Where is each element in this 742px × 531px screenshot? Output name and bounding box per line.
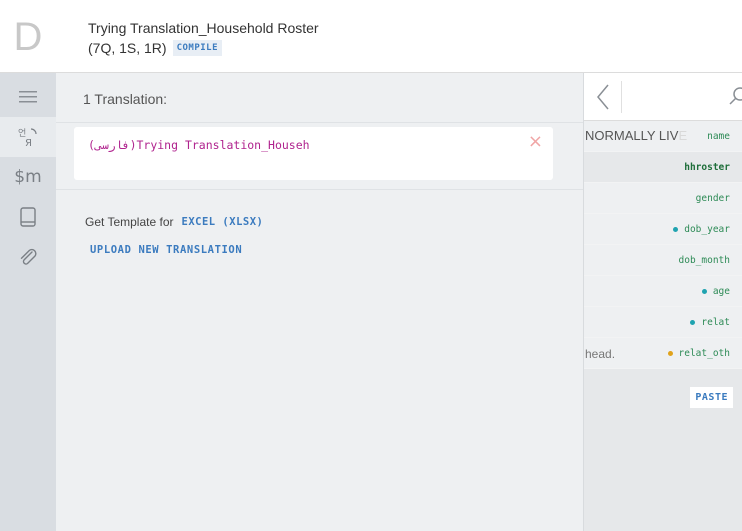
sidebar: 언 Я $m [0,73,56,531]
sidebar-item-lookup-tables[interactable] [0,197,56,237]
questionnaire-summary: (7Q, 1S, 1R) COMPILE [88,40,223,56]
variable-row[interactable]: dob_year [584,214,742,245]
sidebar-item-translations[interactable]: 언 Я [0,117,56,157]
divider [56,189,583,190]
translations-panel: 1 Translation: (فارسی)Trying Translation… [56,73,583,531]
header: D Trying Translation_Household Roster (7… [0,0,742,73]
validation-dot [673,227,679,232]
back-button[interactable] [594,81,622,113]
condition-dot [667,351,673,356]
sidebar-item-macros[interactable]: $m [0,157,56,197]
variable-row[interactable]: head. relat_oth [584,338,742,369]
template-row: Get Template for EXCEL (XLSX) [85,215,263,229]
variable-name: relat_oth [667,348,730,359]
variables-panel: NORMALLY LIVE name hhroster gender dob_y… [583,73,742,531]
logo-letter: D [13,14,43,59]
validation-dot [701,289,707,294]
app-logo[interactable]: D [0,0,56,73]
variable-row[interactable]: age [584,276,742,307]
variables-toolbar [584,73,742,121]
question-text-preview: head. [585,347,616,361]
paste-button[interactable]: PASTE [690,387,733,408]
translation-icon: 언 Я [17,126,39,148]
variable-row[interactable]: hhroster [584,152,742,183]
question-text-preview: NORMALLY LIVE [585,128,688,143]
chevron-left-icon [594,84,614,117]
questionnaire-title: Trying Translation_Household Roster [88,20,319,36]
search-icon [729,87,742,109]
variable-name: dob_month [678,255,730,266]
variable-name: gender [695,193,730,204]
variable-name: name [707,131,730,142]
sidebar-item-menu[interactable] [0,77,56,117]
variable-name: hhroster [684,162,730,173]
attachment-icon [19,247,37,267]
variable-name: dob_year [673,224,730,235]
sidebar-item-attachments[interactable] [0,237,56,277]
variable-name: relat [690,317,730,328]
delete-translation-icon[interactable]: × [528,131,543,152]
menu-icon [19,90,37,104]
validation-dot [690,320,696,325]
compile-button[interactable]: COMPILE [172,40,223,56]
variable-name: age [701,286,730,297]
excel-template-link[interactable]: EXCEL (XLSX) [182,216,264,228]
translations-count: 1 Translation: [83,91,168,107]
macros-icon: $m [14,167,42,187]
template-label: Get Template for [85,215,174,229]
variable-row[interactable]: dob_month [584,245,742,276]
lookup-table-icon [20,207,36,227]
variable-row[interactable]: relat [584,307,742,338]
translation-item[interactable]: (فارسی)Trying Translation_Househ × [74,127,553,180]
translations-header: 1 Translation: [56,73,583,123]
search-button[interactable] [729,87,742,110]
variable-row[interactable]: gender [584,183,742,214]
questionnaire-counts: (7Q, 1S, 1R) [88,40,167,56]
upload-translation-button[interactable]: UPLOAD NEW TRANSLATION [90,244,242,256]
svg-text:Я: Я [25,138,32,148]
translation-name[interactable]: (فارسی)Trying Translation_Househ [88,138,310,152]
variable-row[interactable]: NORMALLY LIVE name [584,121,742,152]
